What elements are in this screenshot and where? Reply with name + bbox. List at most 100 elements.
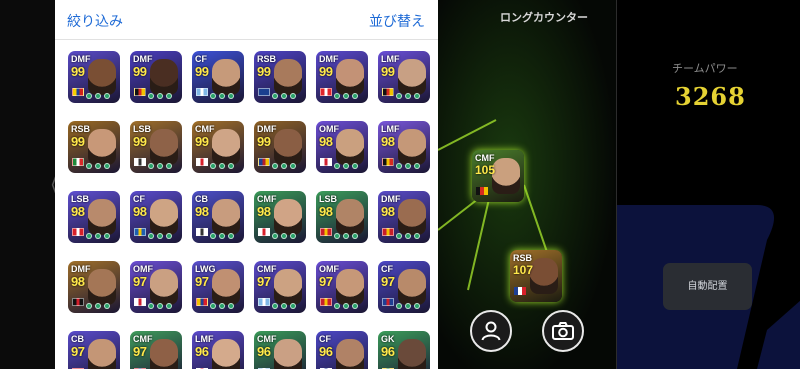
nation-flag-icon [196,228,208,236]
nation-flag-icon [476,187,488,195]
field-player-card[interactable]: CMF 105 [472,150,524,202]
player-details-button[interactable] [470,310,512,352]
player-card[interactable]: DMF 98 [378,191,430,243]
player-card[interactable]: DMF 99 [316,51,368,103]
player-card[interactable]: CMF 98 [254,191,306,243]
player-position: CMF [475,153,495,163]
player-card[interactable]: LWG 97 [192,261,244,313]
picker-header: 絞り込み 並び替え [55,0,438,40]
player-rating: 99 [133,134,147,149]
nation-flag-icon [320,228,332,236]
player-rating: 97 [133,344,147,359]
player-portrait [530,258,558,294]
player-card[interactable]: CMF 97 [130,331,182,369]
player-portrait [150,339,178,369]
player-position: CMF [133,334,153,344]
player-portrait [212,199,240,235]
player-card[interactable]: LMF 99 [378,51,430,103]
nation-flag-icon [258,228,270,236]
skill-badges [334,93,360,100]
left-edge: 〈 [0,0,60,369]
pitch-lines [438,0,616,369]
player-rating: 97 [381,274,395,289]
player-rating: 98 [133,204,147,219]
player-rating: 97 [195,274,209,289]
player-card[interactable]: OMF 97 [130,261,182,313]
player-rating: 99 [257,64,271,79]
player-card[interactable]: CMF 97 [254,261,306,313]
sort-button[interactable]: 並び替え [369,11,425,31]
player-card[interactable]: DMF 99 [254,121,306,173]
player-rating: 99 [319,64,333,79]
player-rating: 99 [133,64,147,79]
formation-field: ロングカウンター CMF 105 RSB 107 [438,0,616,369]
player-card[interactable]: CF 98 [130,191,182,243]
auto-assign-button[interactable]: 自動配置 [663,263,752,310]
player-card[interactable]: RSB 99 [68,121,120,173]
player-position: RSB [71,124,91,134]
player-card[interactable]: DMF 99 [68,51,120,103]
filter-button[interactable]: 絞り込み [67,11,123,31]
nation-flag-icon [134,88,146,96]
player-portrait [274,269,302,305]
player-position: DMF [257,124,277,134]
player-portrait [398,59,426,95]
player-position: DMF [381,194,401,204]
player-portrait [274,339,302,369]
player-rating: 98 [381,134,395,149]
player-position: LMF [381,54,400,64]
player-card[interactable]: LSB 98 [68,191,120,243]
skill-badges [396,163,422,170]
player-rating: 98 [319,134,333,149]
player-card[interactable]: RSB 99 [254,51,306,103]
skill-badges [334,303,360,310]
player-card[interactable]: LSB 98 [316,191,368,243]
player-portrait [336,269,364,305]
skill-badges [148,233,174,240]
player-card[interactable]: DMF 99 [130,51,182,103]
team-power-label: チームパワー [672,62,738,75]
player-card[interactable]: LMF 96 [192,331,244,369]
player-position: LSB [71,194,89,204]
nation-flag-icon [196,298,208,306]
nation-flag-icon [382,88,394,96]
formation-title: ロングカウンター [500,11,588,24]
skill-badges [210,163,236,170]
player-position: OMF [133,264,153,274]
player-card[interactable]: CMF 96 [254,331,306,369]
player-rating: 98 [195,204,209,219]
nation-flag-icon [382,158,394,166]
nation-flag-icon [196,88,208,96]
stats-backdrop [617,205,800,369]
skill-badges [210,303,236,310]
player-card[interactable]: CF 97 [378,261,430,313]
skill-badges [334,233,360,240]
skill-badges [272,93,298,100]
player-card[interactable]: CF 99 [192,51,244,103]
player-portrait [492,158,520,194]
player-card[interactable]: CB 97 [68,331,120,369]
player-card[interactable]: CB 98 [192,191,244,243]
camera-button[interactable] [542,310,584,352]
player-card[interactable]: GK 96 [378,331,430,369]
player-card[interactable]: OMF 97 [316,261,368,313]
player-portrait [274,59,302,95]
team-stats-panel: チームパワー 3268 自動配置 [616,0,800,369]
nation-flag-icon [134,158,146,166]
player-card[interactable]: OMF 98 [316,121,368,173]
player-card[interactable]: CMF 99 [192,121,244,173]
player-position: OMF [319,124,339,134]
player-rating: 99 [381,64,395,79]
nation-flag-icon [134,298,146,306]
player-card[interactable]: CF 96 [316,331,368,369]
field-player-card[interactable]: RSB 107 [510,250,562,302]
player-card[interactable]: DMF 98 [68,261,120,313]
player-portrait [150,199,178,235]
player-card[interactable]: LSB 99 [130,121,182,173]
player-portrait [88,269,116,305]
nation-flag-icon [72,228,84,236]
player-position: DMF [133,54,153,64]
skill-badges [210,93,236,100]
player-card[interactable]: LMF 98 [378,121,430,173]
player-portrait [150,129,178,165]
